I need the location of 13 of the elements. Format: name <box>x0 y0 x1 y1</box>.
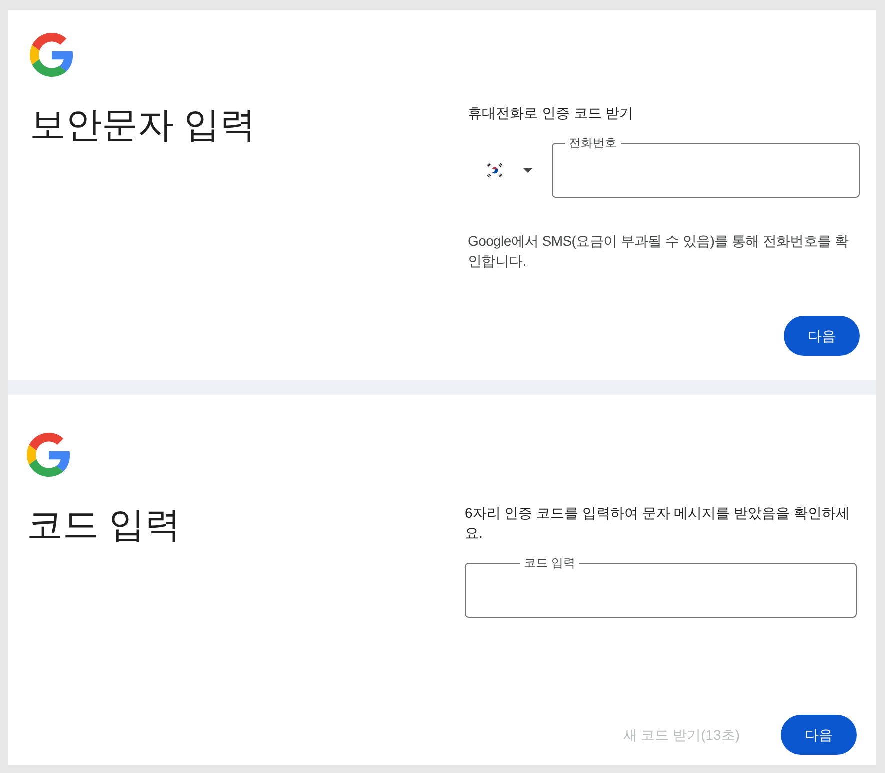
next-button[interactable]: 다음 <box>784 316 860 356</box>
instruction-text: 6자리 인증 코드를 입력하여 문자 메시지를 받았음을 확인하세요. <box>465 504 852 543</box>
page-title: 보안문자 입력 <box>30 103 258 147</box>
next-button[interactable]: 다음 <box>781 715 857 755</box>
caret-icon <box>523 168 533 173</box>
instruction-text: 휴대전화로 인증 코드 받기 <box>468 104 635 123</box>
g-logo <box>30 33 74 77</box>
phone-number-field[interactable]: 전화번호 <box>552 136 860 198</box>
info-text: Google에서 SMS(요금이 부과될 수 있음)를 통해 전화번호를 확인합니다. <box>468 232 850 271</box>
g-logo <box>27 433 71 477</box>
flag-icon <box>487 163 503 178</box>
page-title: 코드 입력 <box>27 503 182 547</box>
code-field[interactable]: 코드 입력 <box>465 556 857 618</box>
